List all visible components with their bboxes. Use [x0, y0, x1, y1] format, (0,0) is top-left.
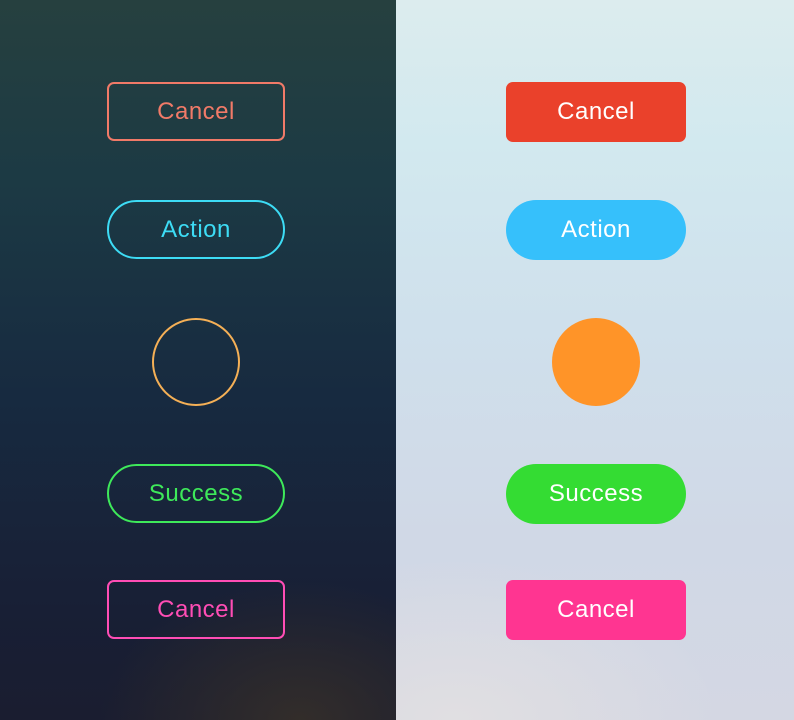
cancel-button-filled-bottom[interactable]: Cancel [506, 580, 686, 640]
circle-button-filled[interactable] [552, 318, 640, 406]
circle-button-outline[interactable] [152, 318, 240, 406]
dark-theme-panel: Cancel Action Success Cancel [0, 0, 396, 720]
cancel-button-outline-top[interactable]: Cancel [107, 82, 285, 141]
success-button-filled[interactable]: Success [506, 464, 686, 524]
action-button-filled[interactable]: Action [506, 200, 686, 260]
light-theme-panel: Cancel Action Success Cancel [396, 0, 794, 720]
success-button-outline[interactable]: Success [107, 464, 285, 523]
action-button-outline[interactable]: Action [107, 200, 285, 259]
cancel-button-outline-bottom[interactable]: Cancel [107, 580, 285, 639]
cancel-button-filled-top[interactable]: Cancel [506, 82, 686, 142]
